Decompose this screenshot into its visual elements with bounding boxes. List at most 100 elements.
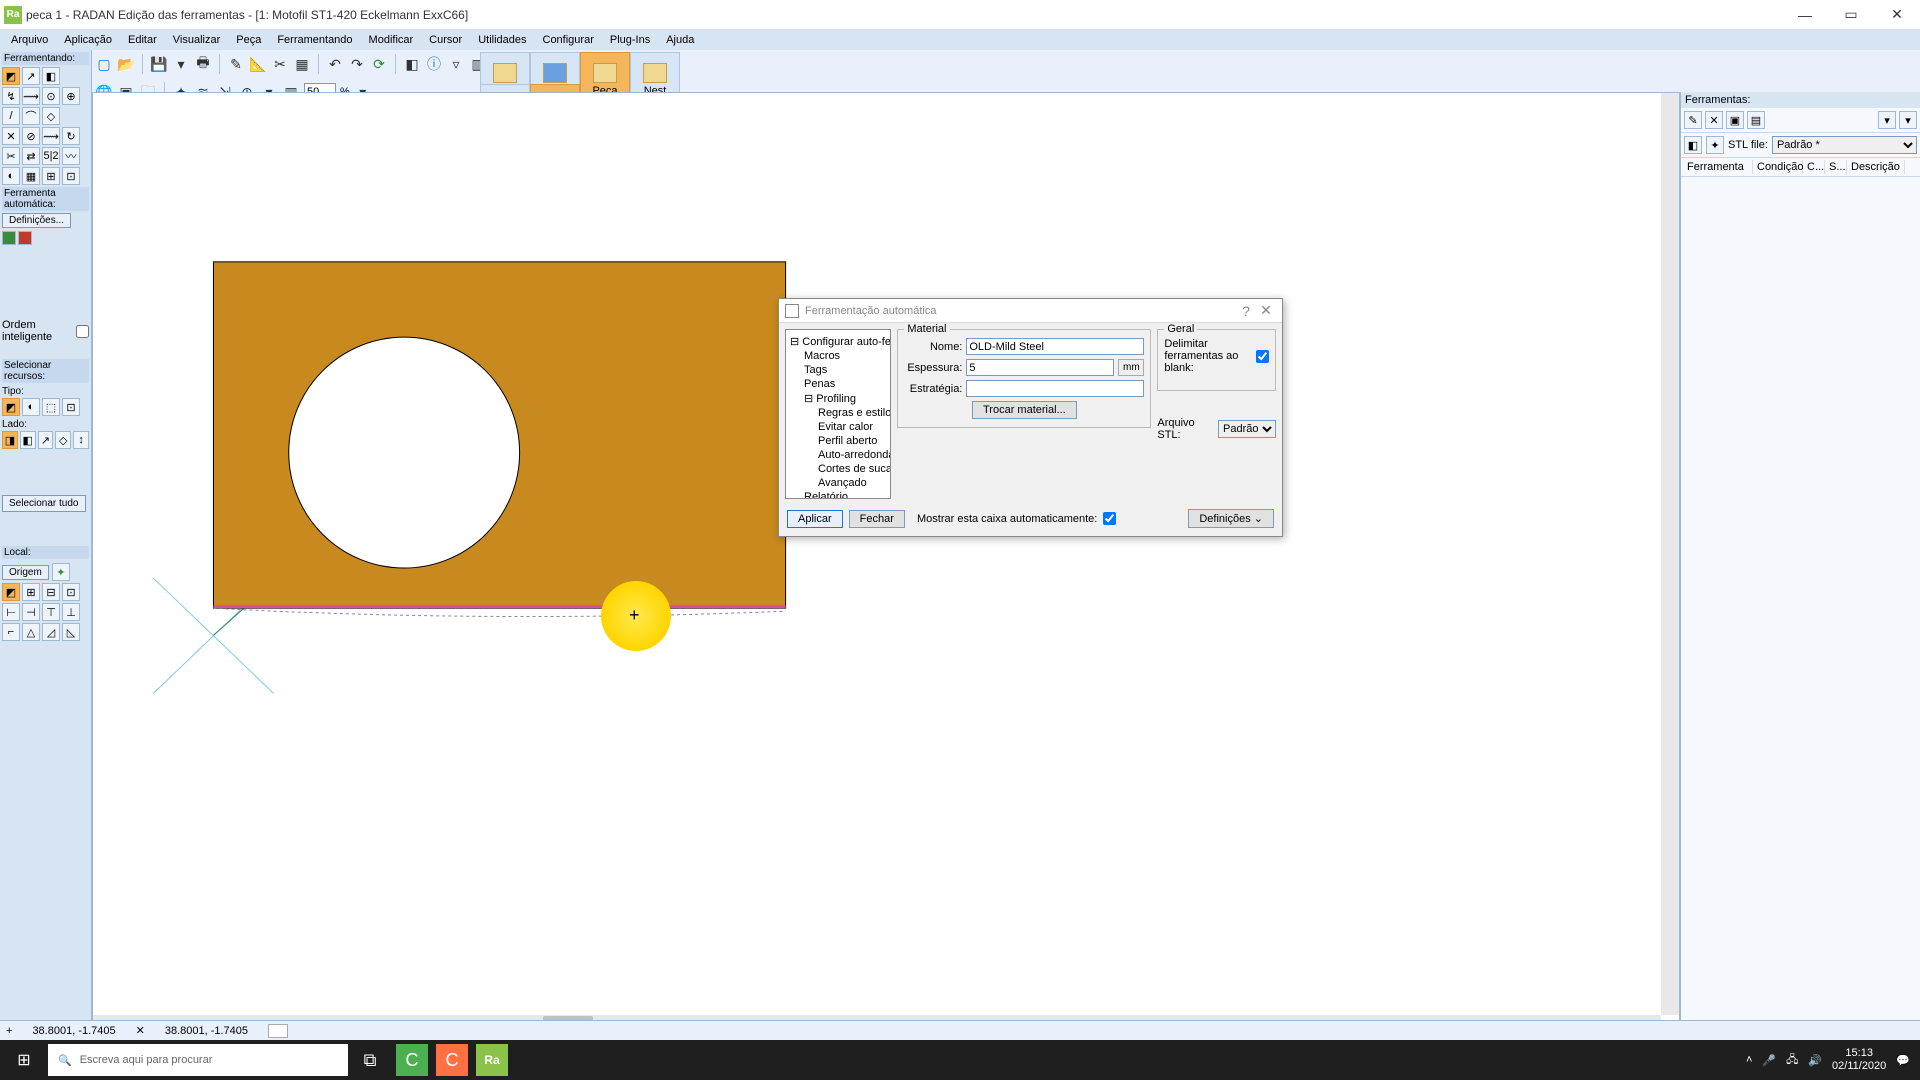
tool-sq20[interactable]: ▦: [22, 167, 40, 185]
loc5[interactable]: ⊢: [2, 603, 20, 621]
tray-notifications-icon[interactable]: 💬: [1896, 1054, 1910, 1067]
menu-utilidades[interactable]: Utilidades: [471, 32, 533, 48]
tree-relatorio[interactable]: Relatório: [790, 490, 886, 499]
origem-icon[interactable]: ✦: [52, 563, 70, 581]
rp-tool1[interactable]: ✎: [1684, 111, 1702, 129]
estr-input[interactable]: [966, 380, 1144, 397]
menu-configurar[interactable]: Configurar: [536, 32, 601, 48]
loc9[interactable]: ⌐: [2, 623, 20, 641]
taskview-icon[interactable]: ⧉: [348, 1040, 392, 1080]
lado-btn2[interactable]: ◧: [20, 431, 36, 449]
tool-sq16[interactable]: ⇄: [22, 147, 40, 165]
menu-ajuda[interactable]: Ajuda: [659, 32, 701, 48]
menu-plugins[interactable]: Plug-Ins: [603, 32, 657, 48]
tipo-btn2[interactable]: ◐: [22, 398, 40, 416]
info-icon[interactable]: ⓘ: [425, 55, 443, 73]
tray-chevron-icon[interactable]: ˄: [1746, 1054, 1752, 1066]
dialog-help-button[interactable]: ?: [1236, 303, 1256, 319]
minimize-button[interactable]: —: [1782, 0, 1828, 30]
tool-sq2[interactable]: ↗: [22, 67, 40, 85]
tool-sq12[interactable]: ⊘: [22, 127, 40, 145]
rp-icon-b[interactable]: ✦: [1706, 136, 1724, 154]
tree-auto[interactable]: Auto-arredondamento: [790, 448, 886, 462]
menu-modificar[interactable]: Modificar: [362, 32, 421, 48]
tool-sq9[interactable]: ⌒: [22, 107, 40, 125]
flag-green-icon[interactable]: [2, 231, 16, 245]
esp-input[interactable]: [966, 359, 1114, 376]
tree-regras[interactable]: Regras e estilos: [790, 406, 886, 420]
loc2[interactable]: ⊞: [22, 583, 40, 601]
aplicar-button[interactable]: Aplicar: [787, 510, 843, 528]
save-dropdown-icon[interactable]: ▾: [172, 55, 190, 73]
menu-cursor[interactable]: Cursor: [422, 32, 469, 48]
menu-arquivo[interactable]: Arquivo: [4, 32, 55, 48]
undo-icon[interactable]: ↶: [326, 55, 344, 73]
tool-sq22[interactable]: ⊡: [62, 167, 80, 185]
taskbar-search[interactable]: 🔍 Escreva aqui para procurar: [48, 1044, 348, 1076]
dialog-close-button[interactable]: ✕: [1256, 302, 1276, 319]
tree-profiling[interactable]: Profiling: [816, 393, 856, 405]
tool-sq1[interactable]: ◩: [2, 67, 20, 85]
arqstl-select[interactable]: Padrão: [1218, 420, 1276, 438]
tray-mic-icon[interactable]: 🎤: [1762, 1054, 1776, 1067]
rp-tool4[interactable]: ▤: [1747, 111, 1765, 129]
redo-icon[interactable]: ↷: [348, 55, 366, 73]
tool-sq21[interactable]: ⊞: [42, 167, 60, 185]
task-radan[interactable]: Ra: [476, 1044, 508, 1076]
measure-icon[interactable]: 📐: [249, 55, 267, 73]
loc11[interactable]: ◿: [42, 623, 60, 641]
lado-btn4[interactable]: ◇: [55, 431, 71, 449]
tree-tags[interactable]: Tags: [790, 363, 886, 377]
loc8[interactable]: ⊥: [62, 603, 80, 621]
menu-visualizar[interactable]: Visualizar: [166, 32, 228, 48]
nome-input[interactable]: [966, 338, 1144, 355]
origem-button[interactable]: Origem: [2, 565, 49, 580]
tipo-btn4[interactable]: ⊡: [62, 398, 80, 416]
rp-tool5[interactable]: ▾: [1878, 111, 1896, 129]
tree-macros[interactable]: Macros: [790, 349, 886, 363]
task-app2[interactable]: C: [436, 1044, 468, 1076]
new-icon[interactable]: ▢: [95, 55, 113, 73]
tool-sq8[interactable]: /: [2, 107, 20, 125]
loc12[interactable]: ◺: [62, 623, 80, 641]
tool-sq17[interactable]: 5|2: [42, 147, 60, 165]
rp-tool2[interactable]: ✕: [1705, 111, 1723, 129]
tray-network-icon[interactable]: 🖧: [1786, 1051, 1798, 1070]
lado-btn1[interactable]: ◨: [2, 431, 18, 449]
edit-icon[interactable]: ✎: [227, 55, 245, 73]
definicoes-button[interactable]: Definições...: [2, 213, 71, 228]
rp-icon-a[interactable]: ◧: [1684, 136, 1702, 154]
tray-volume-icon[interactable]: 🔊: [1808, 1054, 1822, 1067]
trocar-material-button[interactable]: Trocar material...: [972, 401, 1077, 419]
tool-sq14[interactable]: ↻: [62, 127, 80, 145]
scissors-icon[interactable]: ✂: [271, 55, 289, 73]
drawing-canvas[interactable]: +: [92, 92, 1680, 1034]
tool-sq10[interactable]: ◇: [42, 107, 60, 125]
tool-sq6[interactable]: ⊙: [42, 87, 60, 105]
menu-aplicacao[interactable]: Aplicação: [57, 32, 119, 48]
mostrar-checkbox[interactable]: [1103, 512, 1116, 525]
vertical-scrollbar[interactable]: [1661, 93, 1679, 1015]
tool-sq19[interactable]: ◐: [2, 167, 20, 185]
tree-evitar[interactable]: Evitar calor: [790, 420, 886, 434]
stl-select[interactable]: Padrão *: [1772, 136, 1917, 154]
selecionar-tudo-button[interactable]: Selecionar tudo: [2, 495, 86, 512]
menu-peca[interactable]: Peça: [229, 32, 268, 48]
tree-cortes[interactable]: Cortes de sucata: [790, 462, 886, 476]
tipo-btn1[interactable]: ◩: [2, 398, 20, 416]
close-button[interactable]: ✕: [1874, 0, 1920, 30]
fechar-button[interactable]: Fechar: [849, 510, 905, 528]
maximize-button[interactable]: ▭: [1828, 0, 1874, 30]
tool4-icon[interactable]: ▦: [293, 55, 311, 73]
lado-btn3[interactable]: ↗: [38, 431, 54, 449]
save-icon[interactable]: 💾: [150, 55, 168, 73]
tool5-icon[interactable]: ◧: [403, 55, 421, 73]
print-icon[interactable]: 🖶: [194, 55, 212, 73]
status-box[interactable]: [268, 1024, 288, 1038]
tipo-btn3[interactable]: ⬚: [42, 398, 60, 416]
tool-sq15[interactable]: ✂: [2, 147, 20, 165]
tool-sq11[interactable]: ✕: [2, 127, 20, 145]
loc4[interactable]: ⊡: [62, 583, 80, 601]
rp-tool6[interactable]: ▾: [1899, 111, 1917, 129]
task-app1[interactable]: C: [396, 1044, 428, 1076]
